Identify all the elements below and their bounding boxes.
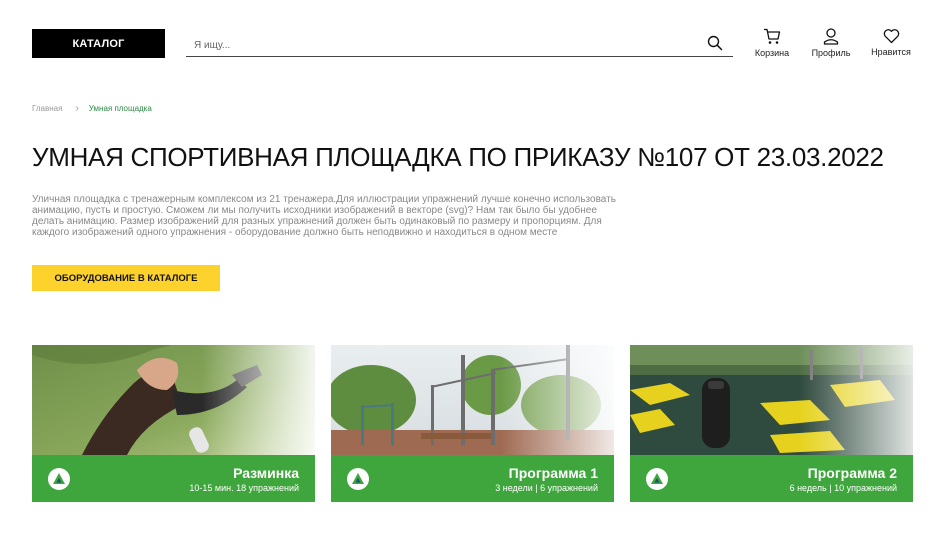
logo-icon (48, 468, 70, 490)
heart-icon (883, 29, 899, 44)
card-title: Программа 1 (508, 465, 598, 481)
card-title: Разминка (233, 465, 299, 481)
card-subtitle: 6 недель | 10 упражнений (789, 483, 897, 493)
breadcrumb-home-link[interactable]: Главная (32, 104, 62, 113)
page-description: Уличная площадка с тренажерным комплексо… (32, 194, 616, 238)
search-icon[interactable] (707, 35, 723, 51)
cart-icon (764, 28, 781, 44)
program-card-warmup[interactable]: Разминка 10-15 мин. 18 упражнений (32, 345, 315, 502)
profile-icon (823, 28, 839, 45)
program-card-1[interactable]: Программа 1 3 недели | 6 упражнений (331, 345, 614, 502)
profile-label: Профиль (811, 48, 851, 58)
catalog-equipment-button[interactable]: ОБОРУДОВАНИЕ В КАТАЛОГЕ (32, 265, 220, 291)
card-footer: Программа 2 6 недель | 10 упражнений (630, 455, 913, 502)
logo-icon (347, 468, 369, 490)
search-input[interactable] (194, 36, 694, 54)
breadcrumb-current: Умная площадка (88, 104, 152, 113)
catalog-button[interactable]: КАТАЛОГ (32, 29, 165, 58)
page-title: УМНАЯ СПОРТИВНАЯ ПЛОЩАДКА ПО ПРИКАЗУ №10… (32, 142, 884, 172)
favorites-button[interactable]: Нравится (865, 28, 917, 57)
card-footer: Разминка 10-15 мин. 18 упражнений (32, 455, 315, 502)
card-image-program-1 (331, 345, 614, 455)
card-subtitle: 3 недели | 6 упражнений (495, 483, 598, 493)
cart-label: Корзина (754, 48, 790, 58)
card-image-program-2 (630, 345, 913, 455)
program-card-2[interactable]: Программа 2 6 недель | 10 упражнений (630, 345, 913, 502)
breadcrumb: Главная › Умная площадка (32, 103, 152, 114)
chevron-right-icon: › (75, 103, 79, 114)
search-bar (186, 32, 733, 57)
card-image-warmup (32, 345, 315, 455)
card-subtitle: 10-15 мин. 18 упражнений (189, 483, 299, 493)
card-footer: Программа 1 3 недели | 6 упражнений (331, 455, 614, 502)
cart-button[interactable]: Корзина (746, 28, 798, 58)
favorites-label: Нравится (871, 47, 911, 57)
card-title: Программа 2 (807, 465, 897, 481)
logo-icon (646, 468, 668, 490)
profile-button[interactable]: Профиль (805, 28, 857, 58)
